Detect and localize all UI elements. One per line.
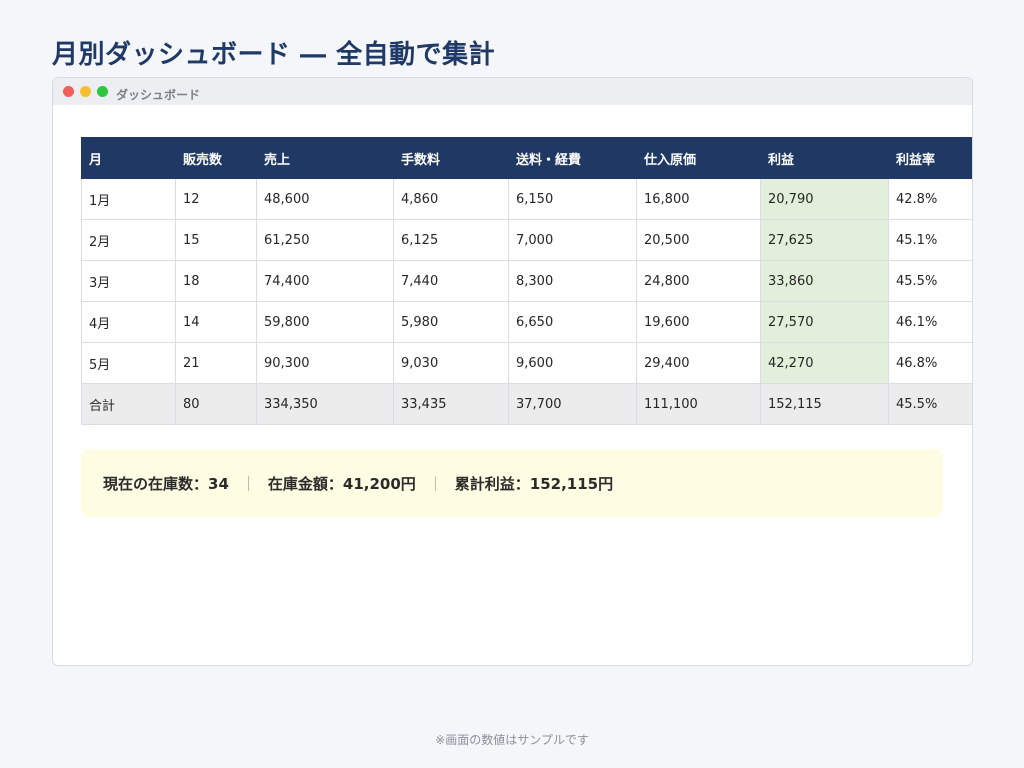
table-cell: 20,500 [636,219,761,261]
table-cell: 12 [175,178,257,220]
table-cell: 2月 [81,219,176,261]
table-cell: 15 [175,219,257,261]
column-header-margin: 利益率 [888,137,972,179]
window-titlebar: ダッシュボード [53,78,972,105]
table-cell: 74,400 [256,260,394,302]
profit-cell: 42,270 [760,342,889,384]
column-header-profit: 利益 [760,137,889,179]
profit-cell: 27,570 [760,301,889,343]
column-header-sales: 売上 [256,137,394,179]
table-cell: 19,600 [636,301,761,343]
dashboard-window: ダッシュボード 月 販売数 売上 手数料 送料・経費 仕入原価 利益 利益率 1… [52,77,973,666]
table-cell: 46.1% [888,301,972,343]
total-cell: 33,435 [393,383,509,425]
table-row: 2月 15 61,250 6,125 7,000 20,500 27,625 4… [81,219,972,261]
table-cell: 5月 [81,342,176,384]
total-cell: 334,350 [256,383,394,425]
cumulative-profit: 累計利益：152,115円 [454,474,614,493]
table-cell: 4月 [81,301,176,343]
table-cell: 18 [175,260,257,302]
total-cell: 80 [175,383,257,425]
inventory-summary: 現在の在庫数：34 ｜ 在庫金額：41,200円 ｜ 累計利益：152,115円 [81,449,943,517]
total-cell: 合計 [81,383,176,425]
summary-separator: ｜ [427,474,443,493]
table-cell: 9,030 [393,342,509,384]
table-cell: 45.1% [888,219,972,261]
table-cell: 16,800 [636,178,761,220]
table-cell: 29,400 [636,342,761,384]
maximize-window-icon[interactable] [97,86,108,97]
page-title: 月別ダッシュボード ― 全自動で集計 [52,40,496,70]
column-header-units: 販売数 [175,137,257,179]
column-header-shipping: 送料・経費 [508,137,637,179]
table-cell: 5,980 [393,301,509,343]
column-header-month: 月 [81,137,176,179]
total-cell: 152,115 [760,383,889,425]
table-cell: 24,800 [636,260,761,302]
table-cell: 14 [175,301,257,343]
table-cell: 9,600 [508,342,637,384]
table-cell: 59,800 [256,301,394,343]
table-row: 3月 18 74,400 7,440 8,300 24,800 33,860 4… [81,260,972,302]
profit-cell: 20,790 [760,178,889,220]
profit-cell: 33,860 [760,260,889,302]
column-header-cost: 仕入原価 [636,137,761,179]
total-cell: 111,100 [636,383,761,425]
table-row: 5月 21 90,300 9,030 9,600 29,400 42,270 4… [81,342,972,384]
total-cell: 37,700 [508,383,637,425]
table-cell: 8,300 [508,260,637,302]
total-cell: 45.5% [888,383,972,425]
total-row: 合計 80 334,350 33,435 37,700 111,100 152,… [81,383,972,425]
close-window-icon[interactable] [63,86,74,97]
table-cell: 6,650 [508,301,637,343]
table-cell: 21 [175,342,257,384]
footnote: ※画面の数値はサンプルです [435,733,589,747]
table-header-row: 月 販売数 売上 手数料 送料・経費 仕入原価 利益 利益率 [81,137,972,179]
table-cell: 7,440 [393,260,509,302]
table-cell: 90,300 [256,342,394,384]
table-cell: 48,600 [256,178,394,220]
column-header-fee: 手数料 [393,137,509,179]
table-cell: 45.5% [888,260,972,302]
stock-value: 在庫金額：41,200円 [267,474,416,493]
table-row: 1月 12 48,600 4,860 6,150 16,800 20,790 4… [81,178,972,220]
table-row: 4月 14 59,800 5,980 6,650 19,600 27,570 4… [81,301,972,343]
table-cell: 3月 [81,260,176,302]
profit-cell: 27,625 [760,219,889,261]
table-cell: 7,000 [508,219,637,261]
table-cell: 46.8% [888,342,972,384]
table-cell: 6,125 [393,219,509,261]
stock-count: 現在の在庫数：34 [103,474,229,493]
minimize-window-icon[interactable] [80,86,91,97]
monthly-sales-table: 月 販売数 売上 手数料 送料・経費 仕入原価 利益 利益率 1月 12 48,… [81,137,972,425]
table-cell: 42.8% [888,178,972,220]
table-cell: 4,860 [393,178,509,220]
table-cell: 1月 [81,178,176,220]
summary-separator: ｜ [240,474,256,493]
table-cell: 6,150 [508,178,637,220]
table-cell: 61,250 [256,219,394,261]
window-title: ダッシュボード [116,88,201,102]
